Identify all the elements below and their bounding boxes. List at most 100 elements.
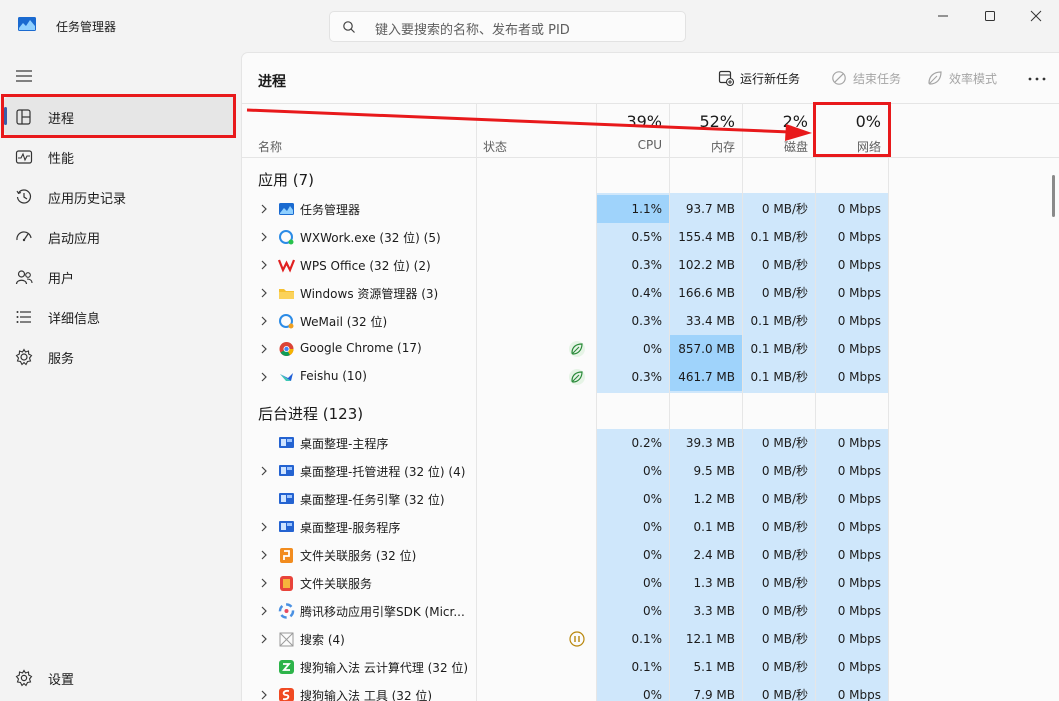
memory-cell: 3.3 MB bbox=[693, 604, 735, 618]
sidebar-item-label: 性能 bbox=[48, 152, 75, 167]
chevron-right-icon[interactable] bbox=[260, 288, 268, 298]
chevron-right-icon[interactable] bbox=[260, 232, 268, 242]
leaf-icon bbox=[928, 71, 942, 85]
chevron-right-icon[interactable] bbox=[260, 466, 268, 476]
cpu-cell: 0.1% bbox=[631, 632, 663, 646]
efficiency-mode-button[interactable]: 效率模式 bbox=[927, 69, 1012, 89]
end-task-icon bbox=[832, 71, 846, 85]
memory-cell: 461.7 MB bbox=[670, 363, 742, 391]
memory-cell: 93.7 MB bbox=[685, 202, 735, 216]
memory-cell: 39.3 MB bbox=[685, 436, 735, 450]
memory-cell: 7.9 MB bbox=[693, 688, 735, 701]
chevron-right-icon[interactable] bbox=[260, 690, 268, 700]
header-top-divider bbox=[242, 103, 1059, 104]
cpu-cell: 1.1% bbox=[597, 195, 669, 223]
desktop-organizer-icon bbox=[279, 521, 294, 532]
process-name: WXWork.exe (32 位) (5) bbox=[300, 231, 441, 245]
efficiency-mode-label: 效率模式 bbox=[949, 72, 998, 86]
process-row[interactable]: 文件关联服务 0% 1.3 MB 0 MB/秒 0 Mbps bbox=[242, 569, 1048, 597]
details-icon bbox=[16, 311, 31, 323]
process-row[interactable]: WPS Office (32 位) (2) 0.3% 102.2 MB 0 MB/秒 0… bbox=[242, 251, 1048, 279]
process-row[interactable]: 搜狗输入法 云计算代理 (32 位) 0.1% 5.1 MB 0 MB/秒 0 Mbps bbox=[242, 653, 1048, 681]
file-association-icon bbox=[280, 548, 293, 563]
network-cell: 0 Mbps bbox=[837, 342, 881, 356]
close-button[interactable] bbox=[1013, 4, 1059, 28]
desktop-organizer-icon bbox=[279, 465, 294, 476]
wps-icon bbox=[278, 259, 295, 273]
search-input[interactable]: 键入要搜索的名称、发布者或 PID bbox=[329, 11, 686, 42]
column-header-memory[interactable]: 内存 bbox=[675, 138, 735, 155]
services-icon bbox=[15, 348, 33, 366]
memory-cell: 2.4 MB bbox=[693, 548, 735, 562]
column-header-disk[interactable]: 磁盘 bbox=[748, 138, 808, 155]
network-cell: 0 Mbps bbox=[837, 286, 881, 300]
column-header-cpu[interactable]: CPU bbox=[602, 138, 662, 152]
sidebar-item-label: 启动应用 bbox=[48, 232, 101, 247]
disk-cell: 0.1 MB/秒 bbox=[750, 370, 808, 384]
process-row[interactable]: 搜狗输入法 工具 (32 位) 0% 7.9 MB 0 MB/秒 0 Mbps bbox=[242, 681, 1048, 701]
cpu-cell: 0% bbox=[642, 548, 662, 562]
sidebar-item-details[interactable]: 详细信息 bbox=[4, 297, 236, 335]
process-row[interactable]: 搜索 (4) 0.1% 12.1 MB 0 MB/秒 0 Mbps bbox=[242, 625, 1048, 653]
more-options-icon[interactable] bbox=[1025, 69, 1049, 89]
sidebar-item-startup-apps[interactable]: 启动应用 bbox=[4, 217, 236, 255]
process-row[interactable]: 文件关联服务 (32 位) 0% 2.4 MB 0 MB/秒 0 Mbps bbox=[242, 541, 1048, 569]
network-cell: 0 Mbps bbox=[837, 632, 881, 646]
chevron-right-icon[interactable] bbox=[260, 316, 268, 326]
cpu-usage-total: 39% bbox=[626, 112, 662, 131]
run-new-task-icon bbox=[718, 70, 734, 86]
process-name: Windows 资源管理器 (3) bbox=[300, 287, 439, 301]
process-row[interactable]: 桌面整理-任务引擎 (32 位) 0% 1.2 MB 0 MB/秒 0 Mbps bbox=[242, 485, 1048, 513]
chevron-right-icon[interactable] bbox=[260, 372, 268, 382]
process-name: 腾讯移动应用引擎SDK (Micr... bbox=[300, 605, 465, 619]
chevron-right-icon[interactable] bbox=[260, 550, 268, 560]
sidebar-item-settings[interactable]: 设置 bbox=[4, 658, 236, 696]
header-bottom-divider bbox=[242, 157, 1059, 158]
process-row[interactable]: 桌面整理-主程序 0.2% 39.3 MB 0 MB/秒 0 Mbps bbox=[242, 429, 1048, 457]
chevron-right-icon[interactable] bbox=[260, 634, 268, 644]
chevron-right-icon[interactable] bbox=[260, 606, 268, 616]
sidebar-item-users[interactable]: 用户 bbox=[4, 257, 236, 295]
process-row[interactable]: WXWork.exe (32 位) (5) 0.5% 155.4 MB 0.1 MB/… bbox=[242, 223, 1048, 251]
disk-cell: 0 MB/秒 bbox=[761, 436, 808, 450]
column-header-name[interactable]: 名称 bbox=[258, 138, 282, 155]
sidebar-item-app-history[interactable]: 应用历史记录 bbox=[4, 177, 236, 215]
file-association-alt-icon bbox=[280, 576, 293, 591]
minimize-button[interactable] bbox=[920, 4, 966, 28]
process-name: 文件关联服务 bbox=[300, 577, 373, 591]
app-title: 任务管理器 bbox=[56, 20, 117, 34]
memory-cell: 166.6 MB bbox=[678, 286, 735, 300]
maximize-button[interactable] bbox=[967, 4, 1013, 28]
sidebar-item-services[interactable]: 服务 bbox=[4, 337, 236, 375]
end-task-button[interactable]: 结束任务 bbox=[831, 69, 911, 89]
chevron-right-icon[interactable] bbox=[260, 522, 268, 532]
hamburger-menu-icon[interactable] bbox=[15, 69, 33, 83]
disk-cell: 0 MB/秒 bbox=[761, 520, 808, 534]
chevron-right-icon[interactable] bbox=[260, 578, 268, 588]
column-header-status[interactable]: 状态 bbox=[483, 138, 507, 155]
chevron-right-icon[interactable] bbox=[260, 204, 268, 214]
cpu-cell: 0.1% bbox=[631, 660, 663, 674]
chevron-right-icon[interactable] bbox=[260, 344, 268, 354]
process-row[interactable]: 任务管理器 1.1% 93.7 MB 0 MB/秒 0 Mbps bbox=[242, 195, 1048, 223]
chrome-icon bbox=[279, 342, 294, 356]
cpu-cell: 0.3% bbox=[631, 314, 663, 328]
process-row[interactable]: Windows 资源管理器 (3) 0.4% 166.6 MB 0 MB/秒 0 Mbp… bbox=[242, 279, 1048, 307]
vertical-scrollbar[interactable] bbox=[1048, 157, 1059, 701]
disk-cell: 0 MB/秒 bbox=[761, 548, 808, 562]
run-new-task-button[interactable]: 运行新任务 bbox=[718, 69, 808, 89]
memory-cell: 1.3 MB bbox=[693, 576, 735, 590]
disk-cell: 0.1 MB/秒 bbox=[750, 342, 808, 356]
chevron-right-icon[interactable] bbox=[260, 260, 268, 270]
process-name: 桌面整理-服务程序 bbox=[300, 521, 401, 535]
scrollbar-thumb[interactable] bbox=[1052, 175, 1055, 217]
history-icon bbox=[16, 189, 32, 204]
process-row[interactable]: 桌面整理-服务程序 0% 0.1 MB 0 MB/秒 0 Mbps bbox=[242, 513, 1048, 541]
sidebar-item-performance[interactable]: 性能 bbox=[4, 137, 236, 175]
process-row[interactable]: Feishu (10) 0.3% 461.7 MB 0.1 MB/秒 0 Mbps bbox=[242, 363, 1048, 391]
process-row[interactable]: 桌面整理-托管进程 (32 位) (4) 0% 9.5 MB 0 MB/秒 0 Mbps bbox=[242, 457, 1048, 485]
process-row[interactable]: Google Chrome (17) 0% 857.0 MB 0.1 MB/秒 0 Mb… bbox=[242, 335, 1048, 363]
process-row[interactable]: WeMail (32 位) 0.3% 33.4 MB 0.1 MB/秒 0 Mbps bbox=[242, 307, 1048, 335]
disk-usage-total: 2% bbox=[782, 112, 808, 131]
process-row[interactable]: 腾讯移动应用引擎SDK (Micr... 0% 3.3 MB 0 MB/秒 0 Mbps bbox=[242, 597, 1048, 625]
